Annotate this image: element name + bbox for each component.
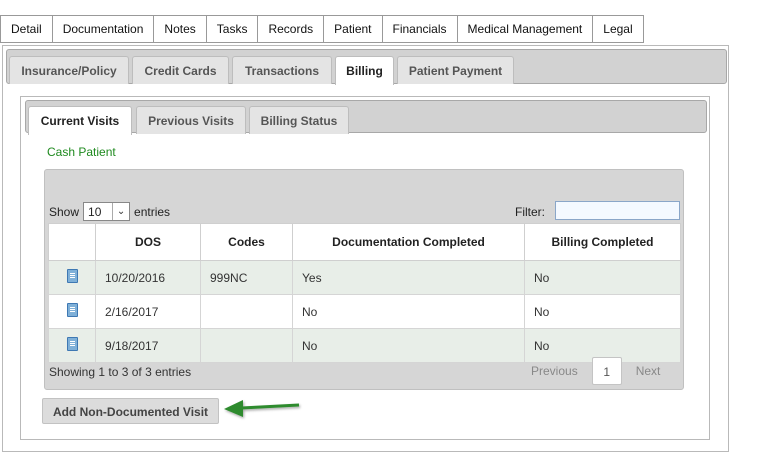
codes-cell (200, 294, 293, 329)
tab-credit-cards[interactable]: Credit Cards (132, 56, 229, 84)
filter-input[interactable] (555, 201, 680, 220)
tab-medical-management[interactable]: Medical Management (456, 16, 593, 42)
row-icon-cell[interactable] (48, 294, 96, 329)
dos-cell: 10/20/2016 (95, 260, 201, 295)
table-row[interactable]: 10/20/2016 999NC Yes No (48, 260, 681, 295)
add-non-documented-visit-button[interactable]: Add Non-Documented Visit (42, 398, 219, 424)
document-icon[interactable] (66, 303, 78, 317)
previous-page-button[interactable]: Previous (523, 364, 586, 378)
tab-notes[interactable]: Notes (153, 16, 206, 42)
codes-cell (200, 328, 293, 363)
documentation-completed-cell: Yes (292, 260, 525, 295)
visits-table: DOS Codes Documentation Completed Billin… (48, 223, 681, 363)
entries-select[interactable]: 10 ⌄ (83, 202, 131, 221)
row-icon-cell[interactable] (48, 260, 96, 295)
column-header-codes[interactable]: Codes (200, 223, 293, 261)
tab-previous-visits[interactable]: Previous Visits (136, 106, 246, 134)
row-icon-cell[interactable] (48, 328, 96, 363)
tab-records[interactable]: Records (257, 16, 324, 42)
billing-completed-cell: No (524, 260, 681, 295)
column-header-icon[interactable] (48, 223, 96, 261)
tab-patient-payment[interactable]: Patient Payment (397, 56, 514, 84)
table-info: Showing 1 to 3 of 3 entries (49, 365, 192, 379)
financials-panel: Insurance/Policy Credit Cards Transactio… (2, 45, 729, 452)
table-row[interactable]: 2/16/2017 No No (48, 294, 681, 329)
green-arrow-annotation (224, 400, 300, 417)
entries-select-value: 10 (88, 204, 102, 219)
tab-financials[interactable]: Financials (381, 16, 457, 42)
tab-patient[interactable]: Patient (323, 16, 382, 42)
billing-completed-cell: No (524, 294, 681, 329)
billing-panel: Current Visits Previous Visits Billing S… (20, 96, 710, 440)
filter-label: Filter: (515, 205, 545, 219)
column-header-billing-completed[interactable]: Billing Completed (524, 223, 681, 261)
tab-current-visits[interactable]: Current Visits (28, 106, 132, 135)
chevron-down-icon: ⌄ (112, 203, 129, 220)
show-label: Show (49, 204, 80, 219)
tab-legal[interactable]: Legal (592, 16, 644, 42)
documentation-completed-cell: No (292, 328, 525, 363)
documentation-completed-cell: No (292, 294, 525, 329)
table-header-row: DOS Codes Documentation Completed Billin… (48, 223, 681, 261)
top-tab-strip: Detail Documentation Notes Tasks Records… (0, 15, 644, 43)
document-icon[interactable] (66, 269, 78, 283)
column-header-dos[interactable]: DOS (95, 223, 201, 261)
tab-insurance-policy[interactable]: Insurance/Policy (9, 56, 129, 84)
tab-billing[interactable]: Billing (335, 56, 394, 85)
dos-cell: 2/16/2017 (95, 294, 201, 329)
financials-tab-bar: Insurance/Policy Credit Cards Transactio… (6, 49, 727, 85)
document-icon[interactable] (66, 337, 78, 351)
next-page-button[interactable]: Next (628, 364, 669, 378)
visits-tab-bar: Current Visits Previous Visits Billing S… (25, 100, 707, 135)
codes-cell: 999NC (200, 260, 293, 295)
patient-type-label: Cash Patient (47, 145, 116, 159)
page-1-button[interactable]: 1 (591, 357, 622, 385)
tab-tasks[interactable]: Tasks (205, 16, 258, 42)
tab-billing-status[interactable]: Billing Status (249, 106, 349, 134)
tab-documentation[interactable]: Documentation (51, 16, 154, 42)
pagination: Previous 1 Next (523, 357, 668, 385)
tab-transactions[interactable]: Transactions (232, 56, 332, 84)
dos-cell: 9/18/2017 (95, 328, 201, 363)
entries-length-control: Show 10 ⌄ entries (49, 202, 170, 221)
column-header-documentation-completed[interactable]: Documentation Completed (292, 223, 525, 261)
visits-table-wrapper: Show 10 ⌄ entries Filter: DOS Codes Docu… (44, 169, 684, 390)
entries-label: entries (134, 204, 171, 219)
tab-detail[interactable]: Detail (0, 16, 52, 42)
